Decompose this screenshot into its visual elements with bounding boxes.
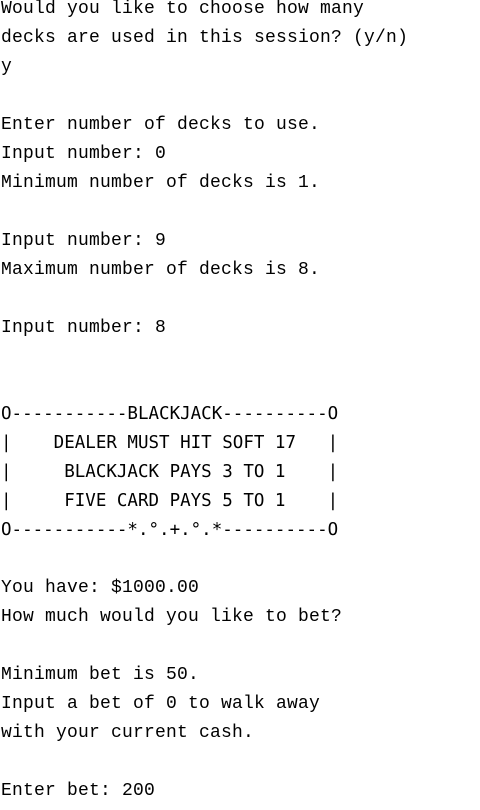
prompt-enter-decks: Enter number of decks to use.	[1, 115, 321, 135]
minimum-bet-message: Minimum bet is 50.	[1, 665, 200, 685]
input-number-9: Input number: 9	[1, 231, 167, 251]
banner-bottom-border: O-----------*.°.+.°.*----------O	[1, 520, 339, 540]
banner-five-card-pays: | FIVE CARD PAYS 5 TO 1 |	[1, 491, 339, 511]
walk-away-hint-line-1: Input a bet of 0 to walk away	[1, 694, 321, 714]
banner-top-border: O-----------BLACKJACK----------O	[1, 404, 339, 424]
input-number-8: Input number: 8	[1, 318, 167, 338]
cash-balance: You have: $1000.00	[1, 578, 200, 598]
prompt-bet-amount: How much would you like to bet?	[1, 607, 343, 627]
prompt-choose-decks-line-2: decks are used in this session? (y/n)	[1, 28, 409, 48]
maximum-decks-message: Maximum number of decks is 8.	[1, 260, 321, 280]
terminal-output: Would you like to choose how many decks …	[0, 0, 480, 810]
input-number-0: Input number: 0	[1, 144, 167, 164]
walk-away-hint-line-2: with your current cash.	[1, 723, 255, 743]
minimum-decks-message: Minimum number of decks is 1.	[1, 173, 321, 193]
user-input-yes: y	[1, 57, 13, 77]
enter-bet-input[interactable]: Enter bet: 200	[1, 777, 155, 806]
banner-dealer-rule: | DEALER MUST HIT SOFT 17 |	[1, 433, 339, 453]
prompt-choose-decks-line-1: Would you like to choose how many	[1, 0, 365, 19]
banner-blackjack-pays: | BLACKJACK PAYS 3 TO 1 |	[1, 462, 339, 482]
